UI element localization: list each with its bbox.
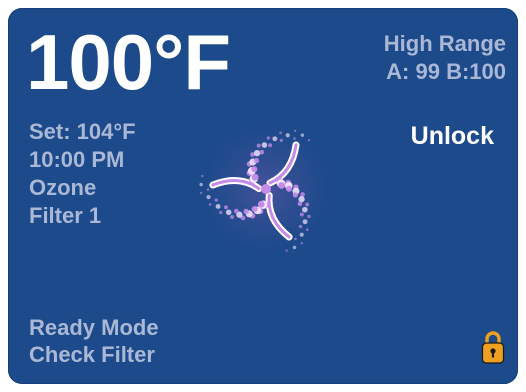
- ozone-indicator: Ozone: [29, 175, 97, 200]
- current-temperature: 100°F: [26, 18, 231, 106]
- info-panel: Set: 104°F 10:00 PM Ozone Filter 1: [29, 118, 136, 230]
- status-panel: Ready Mode Check Filter: [29, 314, 159, 368]
- unlock-button[interactable]: Unlock: [411, 122, 494, 150]
- lock-icon[interactable]: [481, 329, 505, 365]
- clock-time[interactable]: 10:00 PM: [29, 146, 136, 174]
- filter-alert: Check Filter: [29, 342, 155, 367]
- pinwheel-icon[interactable]: [191, 114, 341, 264]
- spa-control-display: 100°F High Range A: 99 B:100 Unlock Set:…: [8, 8, 518, 384]
- set-temperature[interactable]: Set: 104°F: [29, 118, 136, 146]
- mode-status: Ready Mode: [29, 315, 159, 340]
- temperature-range-panel: High Range A: 99 B:100: [384, 30, 506, 86]
- range-label[interactable]: High Range: [384, 30, 506, 58]
- filter-indicator: Filter 1: [29, 203, 102, 228]
- sensor-readings: A: 99 B:100: [386, 59, 506, 84]
